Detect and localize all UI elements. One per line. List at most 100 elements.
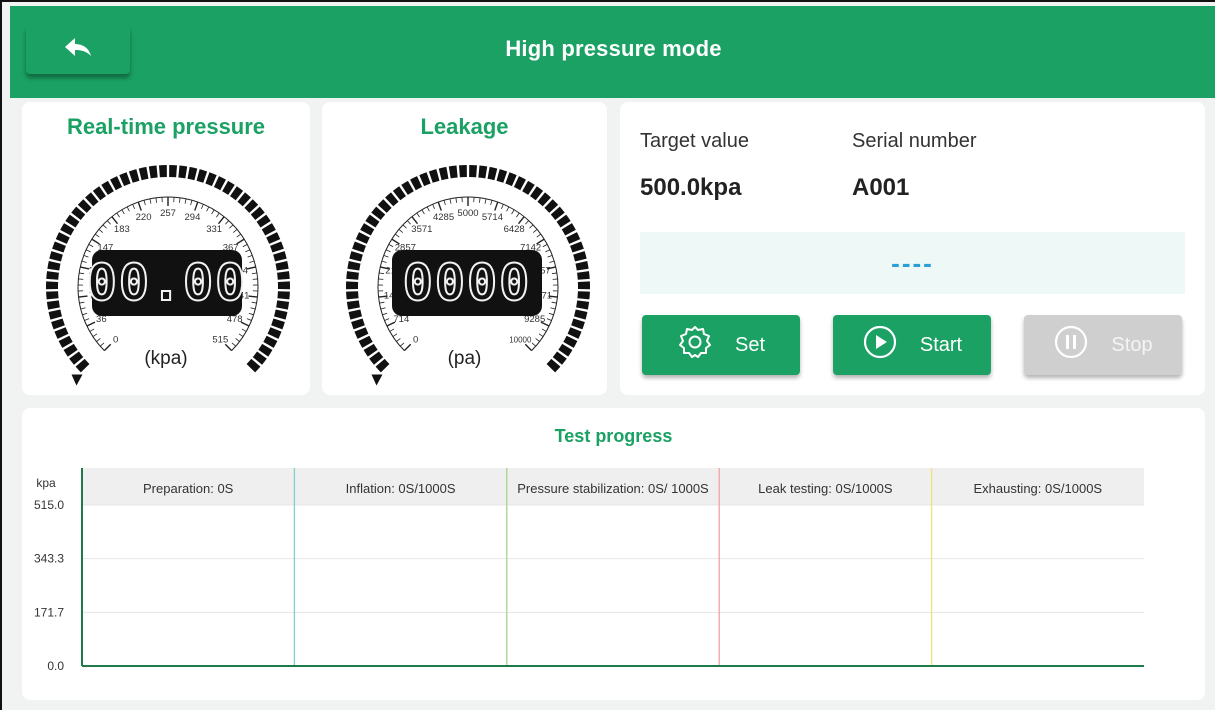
pressure-gauge-band-segment [263, 335, 278, 348]
leakage-gauge-tick [484, 198, 487, 204]
leakage-gauge-band-segment [487, 166, 498, 181]
pressure-gauge-tick [217, 216, 225, 225]
pressure-gauge-band-segment [54, 327, 69, 339]
pressure-gauge-tick [241, 328, 247, 332]
pressure-gauge-band-segment [85, 192, 99, 207]
leakage-gauge-band-segment [351, 318, 365, 330]
leakage-gauge-band-segment [354, 327, 369, 339]
leakage-gauge-tick [383, 255, 389, 258]
pressure-gauge-tick [246, 318, 252, 321]
leakage-gauge-tick [382, 312, 388, 316]
pressure-gauge-band-segment [222, 180, 235, 195]
leakage-gauge-card: 0714142821422857357142855000571464287142… [322, 102, 607, 395]
leakage-gauge-band-segment [358, 335, 373, 348]
start-button[interactable]: Start [833, 315, 991, 375]
leakage-gauge-tick [426, 206, 430, 212]
set-button[interactable]: Set [642, 315, 800, 375]
leakage-gauge-tick [536, 233, 542, 238]
leakage-gauge-tick-label: 5714 [482, 212, 503, 223]
leakage-gauge-tick [506, 206, 510, 212]
pressure-gauge-band-segment [138, 166, 149, 181]
leakage-gauge-tick [546, 318, 552, 321]
leakage-gauge-tick [551, 272, 557, 275]
pressure-gauge-band-segment [92, 186, 107, 201]
y-tick-label: 343.3 [34, 552, 64, 566]
leakage-gauge-band-segment [448, 165, 458, 179]
pressure-gauge-band-segment [119, 172, 131, 187]
status-display: ---- [640, 232, 1185, 294]
pressure-gauge-band-segment [128, 169, 140, 183]
pressure-gauge-tick [143, 200, 146, 206]
pause-icon [1053, 324, 1089, 366]
leakage-gauge-band-segment [346, 300, 360, 310]
stop-button-label: Stop [1111, 333, 1153, 356]
pressure-gauge-tick [249, 260, 255, 263]
pressure-gauge-tick [225, 220, 230, 225]
pressure-gauge-band-segment [51, 318, 65, 330]
leakage-gauge-tick [479, 197, 481, 203]
pressure-gauge-band-segment [267, 327, 282, 339]
leakage-gauge-band-segment [563, 335, 578, 348]
pressure-gauge-tick [232, 229, 238, 233]
pressure-gauge-band-segment [277, 271, 290, 280]
pressure-gauge-tick [126, 206, 130, 212]
pressure-gauge-tick-label: 257 [160, 208, 176, 219]
leakage-gauge-tick [388, 243, 394, 248]
pressure-gauge-tick [92, 333, 98, 337]
pressure-gauge-tick [86, 321, 96, 327]
leakage-gauge-tick [541, 328, 547, 332]
pressure-gauge-band-segment [250, 206, 265, 221]
pressure-gauge-tick [149, 198, 152, 204]
pressure-gauge-band-segment [148, 165, 158, 179]
leakage-lcd-display: 0000 [392, 250, 542, 316]
leakage-gauge-tick [538, 333, 544, 337]
stop-button[interactable]: Stop [1024, 315, 1182, 375]
pressure-gauge-tick [206, 206, 210, 212]
pressure-gauge-tick-label: 294 [185, 212, 201, 223]
pressure-gauge-band-segment [110, 176, 123, 191]
pressure-gauge-tick [194, 201, 199, 211]
pressure-gauge-tick [242, 243, 248, 248]
pressure-gauge-band-segment [266, 232, 281, 244]
leakage-gauge-band-segment [513, 176, 526, 191]
leakage-gauge-band-segment [567, 327, 582, 339]
leakage-gauge-tick-label: 3571 [411, 224, 432, 235]
leakage-gauge-tick [380, 307, 386, 310]
pressure-gauge-tick [79, 272, 85, 275]
pressure-gauge-band-segment [205, 172, 217, 187]
leakage-gauge-tick [398, 229, 404, 233]
pressure-gauge-band-segment [47, 261, 61, 271]
serial-number-value: A001 [852, 174, 910, 201]
pressure-gauge-band-segment [270, 241, 284, 253]
leakage-gauge-tick [411, 216, 419, 225]
pressure-gauge-tick [111, 216, 119, 225]
leakage-gauge-tick-label: 0 [413, 334, 418, 345]
leakage-gauge-tick [416, 212, 420, 218]
leakage-gauge-tick [490, 200, 493, 206]
pressure-gauge-band-segment [46, 300, 60, 310]
leakage-gauge-tick-label: 4285 [433, 212, 454, 223]
leakage-gauge-band-segment [355, 232, 370, 244]
pressure-gauge-band-segment [256, 214, 271, 228]
pressure-gauge-band-segment [178, 165, 188, 179]
leakage-gauge-tick [379, 272, 385, 275]
leakage-gauge-tick [396, 338, 401, 342]
pressure-gauge-tick [201, 204, 204, 209]
leakage-gauge-tick [392, 333, 398, 337]
pressure-gauge-band-segment [273, 251, 287, 262]
leakage-reading: 0000 [402, 253, 532, 313]
y-axis-unit: kpa [36, 476, 56, 490]
leakage-gauge-tick [532, 229, 538, 233]
pressure-gauge-tick [190, 200, 193, 206]
pressure-gauge-band-segment [261, 223, 276, 236]
pressure-gauge-tick [229, 224, 234, 229]
pressure-gauge-band-segment [277, 291, 290, 300]
leakage-gauge-tick [449, 198, 452, 204]
pressure-gauge-tick [82, 312, 88, 316]
stage-label: Exhausting: 0S/1000S [973, 480, 1103, 496]
leakage-gauge-tick [551, 301, 557, 304]
y-tick-label: 171.7 [34, 605, 64, 619]
pressure-gauge-tick [251, 272, 257, 275]
pressure-gauge-tick [211, 209, 215, 215]
pressure-gauge-tick [79, 301, 85, 304]
